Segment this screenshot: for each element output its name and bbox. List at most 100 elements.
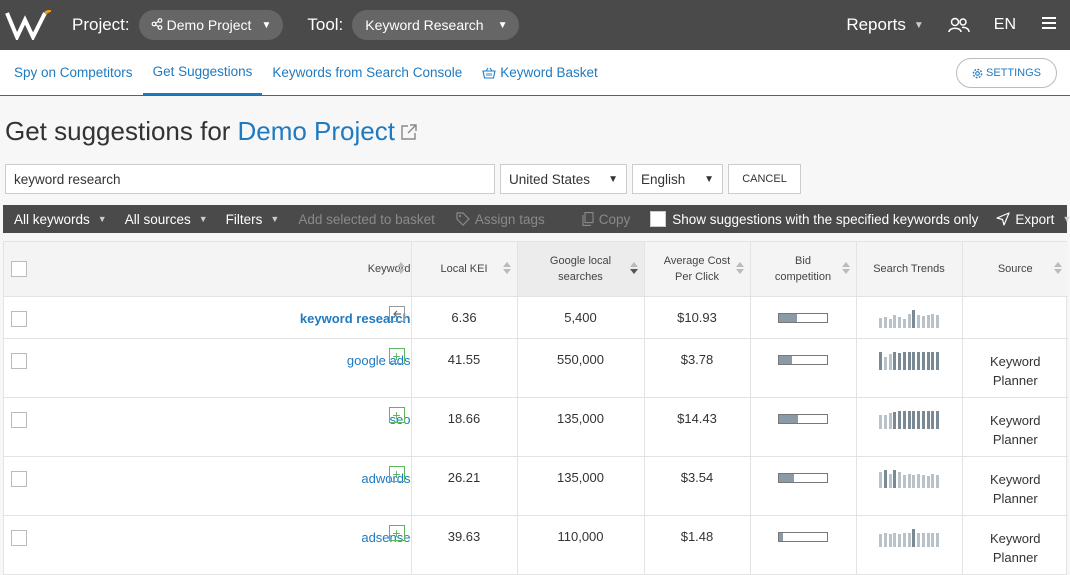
source-label: Keyword Planner	[989, 353, 1041, 388]
trend-bar	[907, 410, 911, 429]
local-kei-cell: 6.36	[411, 295, 518, 338]
bid-competition-bar	[778, 354, 828, 365]
language-switch[interactable]: EN	[994, 16, 1016, 34]
sort-desc-icon[interactable]	[629, 262, 638, 276]
plus-icon[interactable]: +	[388, 524, 405, 541]
trend-bar	[879, 471, 882, 488]
table-row[interactable]: adsense + 39.63 110,000 $1.48 Keyword Pl…	[4, 514, 1068, 574]
search-trends-cell	[856, 337, 963, 397]
keyword-input[interactable]: keyword research	[5, 164, 495, 194]
sort-icon[interactable]	[841, 262, 850, 276]
project-selector[interactable]: Demo Project ▼	[138, 10, 284, 40]
add-selected-to-basket-button[interactable]: Add selected to basket	[289, 212, 444, 227]
chevron-down-icon: ▼	[1062, 214, 1070, 224]
cancel-button[interactable]: CANCEL	[728, 164, 801, 194]
plus-icon[interactable]: +	[388, 465, 405, 482]
trend-bar	[902, 351, 906, 370]
select-all-checkbox[interactable]	[11, 260, 27, 277]
trend-bar	[921, 474, 925, 488]
plus-icon[interactable]: +	[388, 347, 405, 364]
row-checkbox[interactable]	[11, 352, 27, 369]
sort-icon[interactable]	[502, 262, 511, 276]
trend-bar	[893, 351, 897, 370]
tag-icon	[456, 212, 470, 226]
hamburger-menu-icon[interactable]	[1042, 16, 1056, 35]
reports-menu[interactable]: Reports ▼	[846, 15, 923, 35]
row-checkbox[interactable]	[11, 310, 27, 327]
search-trends-sparkline	[879, 469, 939, 488]
table-row[interactable]: keyword research 6.36 5,400 $10.93	[4, 295, 1068, 338]
sort-icon[interactable]	[396, 262, 405, 276]
row-checkbox[interactable]	[11, 529, 27, 546]
trend-bar	[883, 469, 887, 488]
table-toolbar: All keywords ▼ All sources ▼ Filters ▼ A…	[3, 205, 1070, 233]
bid-competition-header-label: Bid competition	[774, 254, 832, 283]
project-label: Project:	[72, 15, 130, 34]
page-title-project-link[interactable]: Demo Project	[237, 116, 395, 147]
bid-competition-bar	[778, 531, 828, 542]
tab-spy-on-competitors[interactable]: Spy on Competitors	[0, 50, 143, 95]
average-cpc-header-label: Average Cost Per Click	[663, 254, 731, 283]
external-link-icon[interactable]	[400, 123, 418, 141]
trend-bar	[917, 410, 920, 429]
table-row[interactable]: google ads + 41.55 550,000 $3.78 Keyword…	[4, 337, 1068, 397]
tab-keyword-basket[interactable]: Keyword Basket	[472, 50, 608, 95]
trend-bar	[893, 411, 897, 429]
search-trends-cell	[856, 295, 963, 338]
arrow-left-icon[interactable]	[388, 305, 405, 322]
tool-selector-value: Keyword Research	[365, 17, 484, 33]
column-header-average-cpc[interactable]: Average Cost Per Click	[644, 242, 751, 296]
copy-button[interactable]: Copy	[573, 212, 640, 227]
export-dropdown[interactable]: Export ▼	[987, 212, 1070, 227]
table-row[interactable]: adwords + 26.21 135,000 $3.54 Keyword Pl…	[4, 455, 1068, 515]
all-sources-dropdown[interactable]: All sources ▼	[116, 212, 217, 227]
column-header-source[interactable]: Source	[962, 242, 1068, 296]
trend-bar	[888, 533, 892, 547]
local-kei-cell: 26.21	[411, 455, 518, 515]
sort-icon[interactable]	[1054, 262, 1062, 276]
filters-dropdown[interactable]: Filters ▼	[217, 212, 289, 227]
sort-icon[interactable]	[735, 262, 744, 276]
trend-bar	[912, 410, 916, 429]
trend-bar	[936, 314, 939, 328]
column-header-google-local-searches[interactable]: Google local searches	[517, 242, 645, 296]
source-cell: Keyword Planner	[962, 396, 1068, 456]
filters-label: Filters	[225, 211, 263, 227]
google-local-searches-cell: 135,000	[517, 455, 645, 515]
assign-tags-label: Assign tags	[474, 211, 545, 227]
column-header-bid-competition[interactable]: Bid competition	[750, 242, 857, 296]
column-header-local-kei[interactable]: Local KEI	[411, 242, 518, 296]
country-select[interactable]: United States ▼	[500, 164, 627, 194]
search-trends-sparkline	[879, 410, 939, 429]
assign-tags-button[interactable]: Assign tags	[447, 212, 554, 227]
app-logo[interactable]	[2, 0, 54, 50]
plus-icon[interactable]: +	[388, 406, 405, 423]
trend-bar	[917, 473, 920, 488]
row-checkbox[interactable]	[11, 470, 27, 487]
page-title: Get suggestions for Demo Project	[5, 116, 418, 147]
keyword-cell: adsense +	[4, 514, 412, 574]
bid-competition-cell	[750, 514, 857, 574]
show-specified-keywords-toggle[interactable]: Show suggestions with the specified keyw…	[641, 211, 987, 227]
project-selector-value: Demo Project	[166, 17, 252, 33]
tool-selector[interactable]: Keyword Research ▼	[352, 10, 520, 40]
trend-bar	[888, 353, 892, 370]
keyword-cell: adwords +	[4, 455, 412, 515]
tab-get-suggestions[interactable]: Get Suggestions	[142, 50, 263, 95]
google-local-searches-cell: 5,400	[517, 295, 645, 338]
search-trends-sparkline	[879, 309, 939, 328]
table-row[interactable]: seo + 18.66 135,000 $14.43 Keyword Plann…	[4, 396, 1068, 456]
column-header-keyword[interactable]: Keyword	[4, 242, 412, 296]
show-specified-checkbox[interactable]	[650, 211, 667, 227]
bid-competition-cell	[750, 337, 857, 397]
settings-button[interactable]: SETTINGS	[955, 58, 1057, 88]
all-keywords-dropdown[interactable]: All keywords ▼	[3, 212, 116, 227]
users-icon[interactable]	[948, 17, 970, 33]
show-specified-label: Show suggestions with the specified keyw…	[672, 211, 979, 227]
top-bar: Project: Demo Project ▼ Tool: Keyword Re…	[0, 0, 1070, 50]
language-select[interactable]: English ▼	[632, 164, 723, 194]
trend-bar	[931, 351, 935, 370]
row-checkbox[interactable]	[11, 411, 27, 428]
tab-keywords-from-search-console[interactable]: Keywords from Search Console	[262, 50, 472, 95]
copy-icon	[582, 212, 594, 226]
